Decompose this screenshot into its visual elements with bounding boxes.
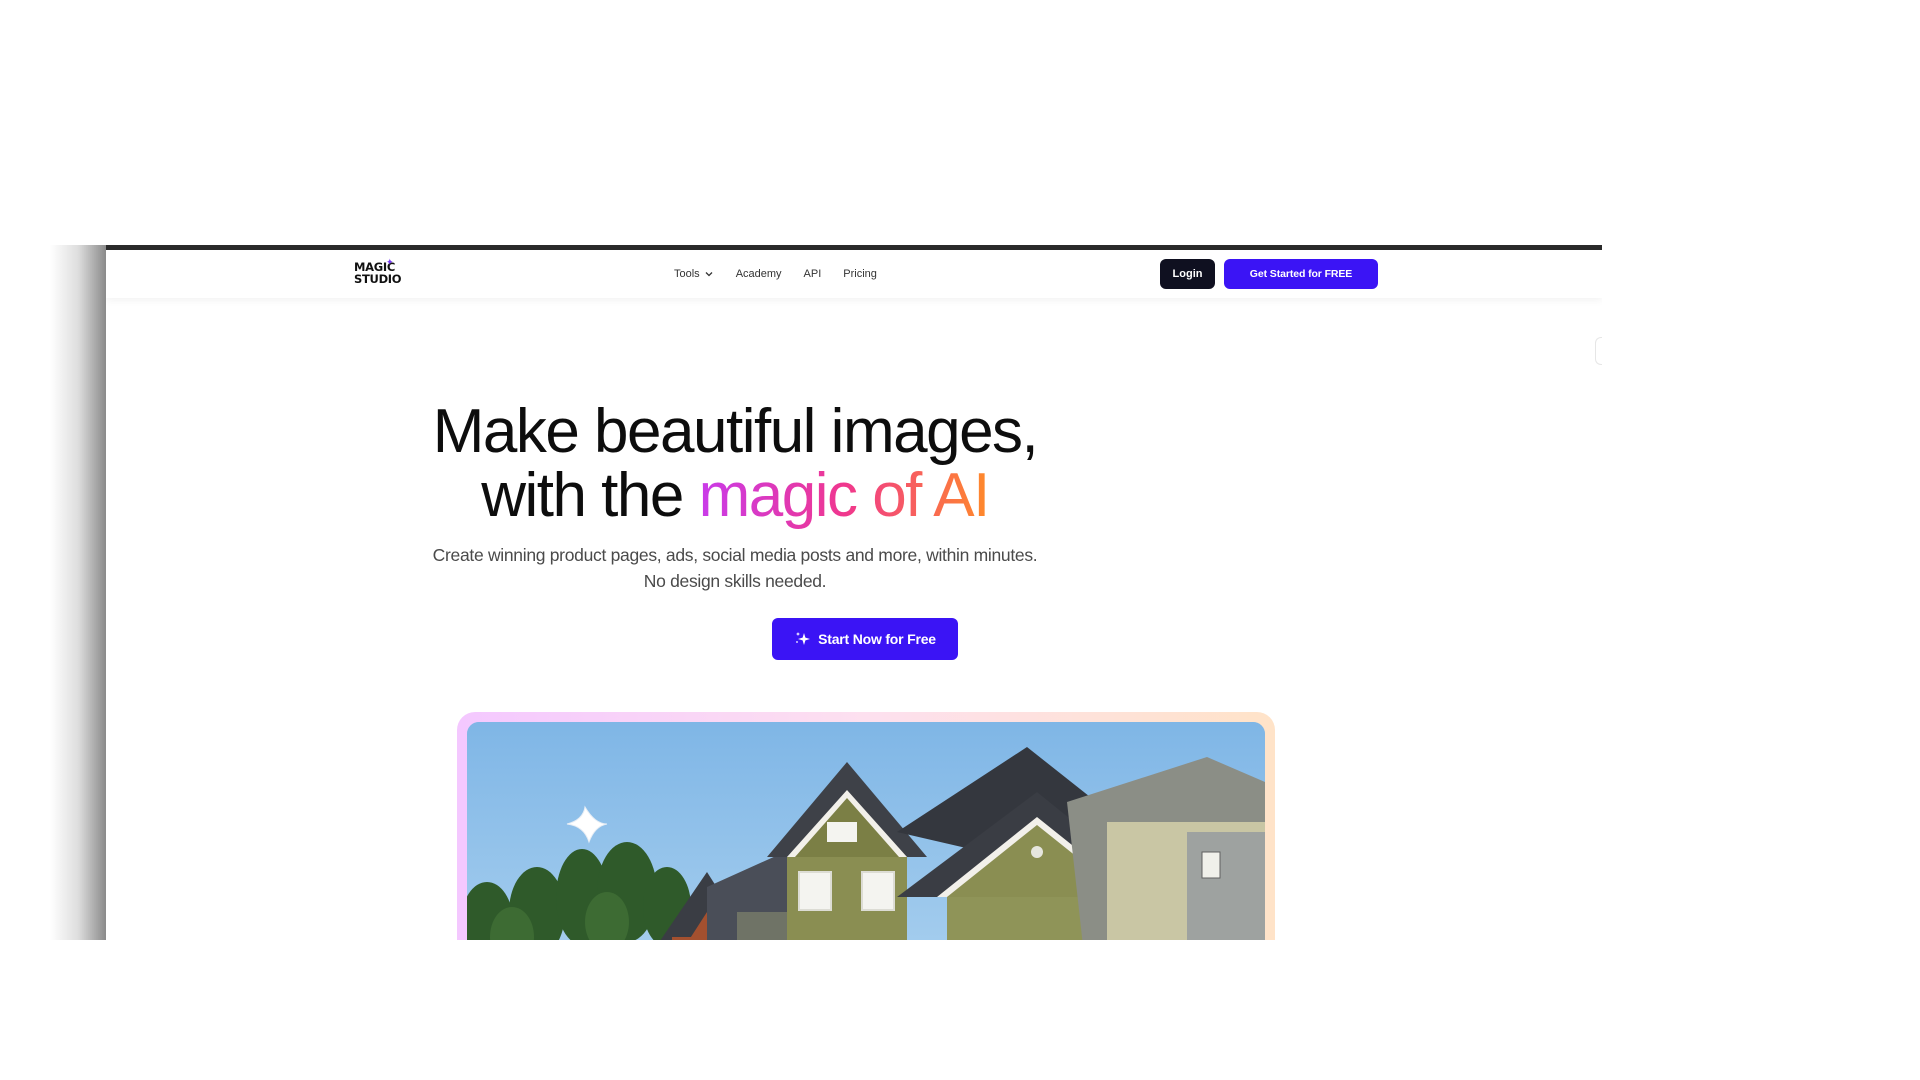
sparkle-icon <box>796 632 811 645</box>
hero-title-line-2-prefix: with the <box>481 461 699 530</box>
houses-illustration <box>467 722 1265 940</box>
window-shadow <box>50 245 106 940</box>
hero-subtitle-line-2: No design skills needed. <box>643 571 827 591</box>
hero-title: Make beautiful images, with the magic of… <box>106 400 1364 528</box>
nav-api[interactable]: API <box>804 268 822 280</box>
nav-pricing[interactable]: Pricing <box>843 268 877 280</box>
side-widget-tab[interactable] <box>1595 337 1602 365</box>
main-nav: Tools Academy API Pricing <box>674 250 877 298</box>
nav-api-label: API <box>803 268 822 280</box>
hero-title-line-1: Make beautiful images, <box>432 397 1039 466</box>
login-button[interactable]: Login <box>1160 259 1215 289</box>
logo-line-2: STUDIO <box>354 272 402 286</box>
logo-star-icon: ✦ <box>386 258 394 268</box>
nav-tools[interactable]: Tools <box>674 268 714 280</box>
hero-title-highlight: magic of AI <box>698 461 991 530</box>
start-now-button[interactable]: Start Now for Free <box>772 618 958 660</box>
magic-studio-logo[interactable]: ✦ MAGIC STUDIO <box>354 258 414 291</box>
showcase-image <box>467 722 1265 940</box>
hero-subtitle-line-1: Create winning product pages, ads, socia… <box>432 545 1038 565</box>
showcase-image-card <box>457 712 1275 940</box>
nav-pricing-label: Pricing <box>843 268 877 280</box>
chevron-down-icon <box>705 272 713 277</box>
nav-academy[interactable]: Academy <box>736 268 782 280</box>
top-navbar: ✦ MAGIC STUDIO Tools Academy API Pricing… <box>106 250 1602 298</box>
browser-viewport: ✦ MAGIC STUDIO Tools Academy API Pricing… <box>106 245 1602 940</box>
start-now-label: Start Now for Free <box>818 631 936 647</box>
hero-subtitle: Create winning product pages, ads, socia… <box>106 542 1364 594</box>
nav-tools-label: Tools <box>674 268 700 280</box>
get-started-button[interactable]: Get Started for FREE <box>1224 259 1378 289</box>
nav-academy-label: Academy <box>735 268 782 280</box>
